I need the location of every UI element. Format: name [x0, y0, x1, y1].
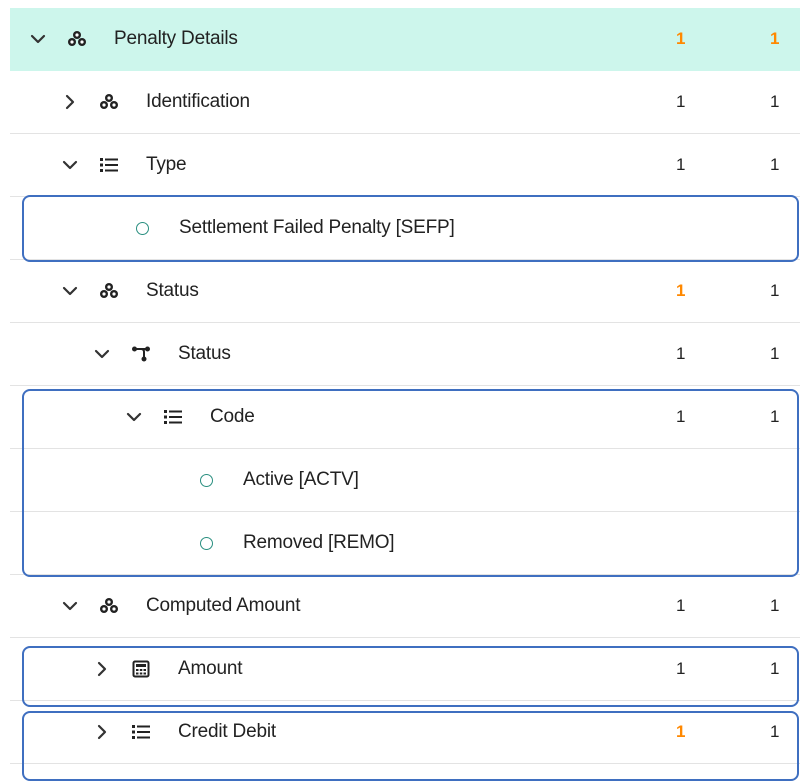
- tree-row-label: Active [ACTV]: [243, 469, 359, 490]
- tree-row-label: Settlement Failed Penalty [SEFP]: [179, 217, 455, 238]
- tree-row-option-sefp[interactable]: Settlement Failed Penalty [SEFP]: [10, 197, 800, 260]
- radio-option-icon[interactable]: [200, 473, 213, 487]
- chevron-down-icon[interactable]: [58, 153, 82, 177]
- chevron-down-icon[interactable]: [58, 594, 82, 618]
- max-occurs: 1: [770, 407, 780, 426]
- tree-row-label: Penalty Details: [114, 28, 238, 49]
- group-icon: [98, 280, 120, 302]
- min-occurs: 1: [676, 344, 686, 363]
- max-occurs: 1: [770, 659, 780, 678]
- min-occurs: 1: [676, 659, 686, 678]
- tree-row-penalty-details[interactable]: Penalty Details 1 1: [10, 8, 800, 71]
- max-occurs: 1: [770, 344, 780, 363]
- tree-row-type[interactable]: Type 1 1: [10, 134, 800, 197]
- choice-branch-icon: [130, 343, 152, 365]
- max-occurs: 1: [770, 281, 780, 300]
- tree-row-label: Amount: [178, 658, 243, 679]
- tree-row-status[interactable]: Status 1 1: [10, 260, 800, 323]
- list-icon: [98, 154, 120, 176]
- radio-option-icon[interactable]: [200, 536, 213, 550]
- tree-row-status-choice[interactable]: Status 1 1: [10, 323, 800, 386]
- tree-row-option-actv[interactable]: Active [ACTV]: [10, 449, 800, 512]
- min-occurs: 1: [676, 155, 686, 174]
- tree-row-option-remo[interactable]: Removed [REMO]: [10, 512, 800, 575]
- tree-row-label: Identification: [146, 91, 250, 112]
- min-occurs: 1: [676, 281, 686, 300]
- chevron-down-icon[interactable]: [58, 279, 82, 303]
- min-occurs: 1: [676, 722, 686, 741]
- tree-row-code[interactable]: Code 1 1: [10, 386, 800, 449]
- tree-row-label: Code: [210, 406, 255, 427]
- tree-row-label: Credit Debit: [178, 721, 276, 742]
- chevron-right-icon[interactable]: [58, 90, 82, 114]
- chevron-down-icon[interactable]: [122, 405, 146, 429]
- tree-row-label: Removed [REMO]: [243, 532, 395, 553]
- tree-row-label: Type: [146, 154, 187, 175]
- max-occurs: 1: [770, 92, 780, 111]
- radio-option-icon[interactable]: [136, 221, 149, 235]
- min-occurs: 1: [676, 92, 686, 111]
- max-occurs: 1: [770, 29, 780, 48]
- list-icon: [162, 406, 184, 428]
- max-occurs: 1: [770, 722, 780, 741]
- max-occurs: 1: [770, 596, 780, 615]
- min-occurs: 1: [676, 407, 686, 426]
- message-structure-tree: Penalty Details 1 1 Identification 1 1 T…: [10, 8, 800, 764]
- chevron-down-icon[interactable]: [90, 342, 114, 366]
- tree-row-label: Status: [178, 343, 231, 364]
- chevron-right-icon[interactable]: [90, 657, 114, 681]
- group-icon: [98, 595, 120, 617]
- chevron-right-icon[interactable]: [90, 720, 114, 744]
- tree-row-identification[interactable]: Identification 1 1: [10, 71, 800, 134]
- list-icon: [130, 721, 152, 743]
- tree-row-label: Status: [146, 280, 199, 301]
- group-icon: [98, 91, 120, 113]
- group-icon: [66, 28, 88, 50]
- tree-row-computed-amount[interactable]: Computed Amount 1 1: [10, 575, 800, 638]
- tree-row-credit-debit[interactable]: Credit Debit 1 1: [10, 701, 800, 764]
- tree-row-amount[interactable]: Amount 1 1: [10, 638, 800, 701]
- chevron-down-icon[interactable]: [26, 27, 50, 51]
- max-occurs: 1: [770, 155, 780, 174]
- tree-row-label: Computed Amount: [146, 595, 301, 616]
- min-occurs: 1: [676, 29, 686, 48]
- min-occurs: 1: [676, 596, 686, 615]
- calculator-icon: [130, 658, 152, 680]
